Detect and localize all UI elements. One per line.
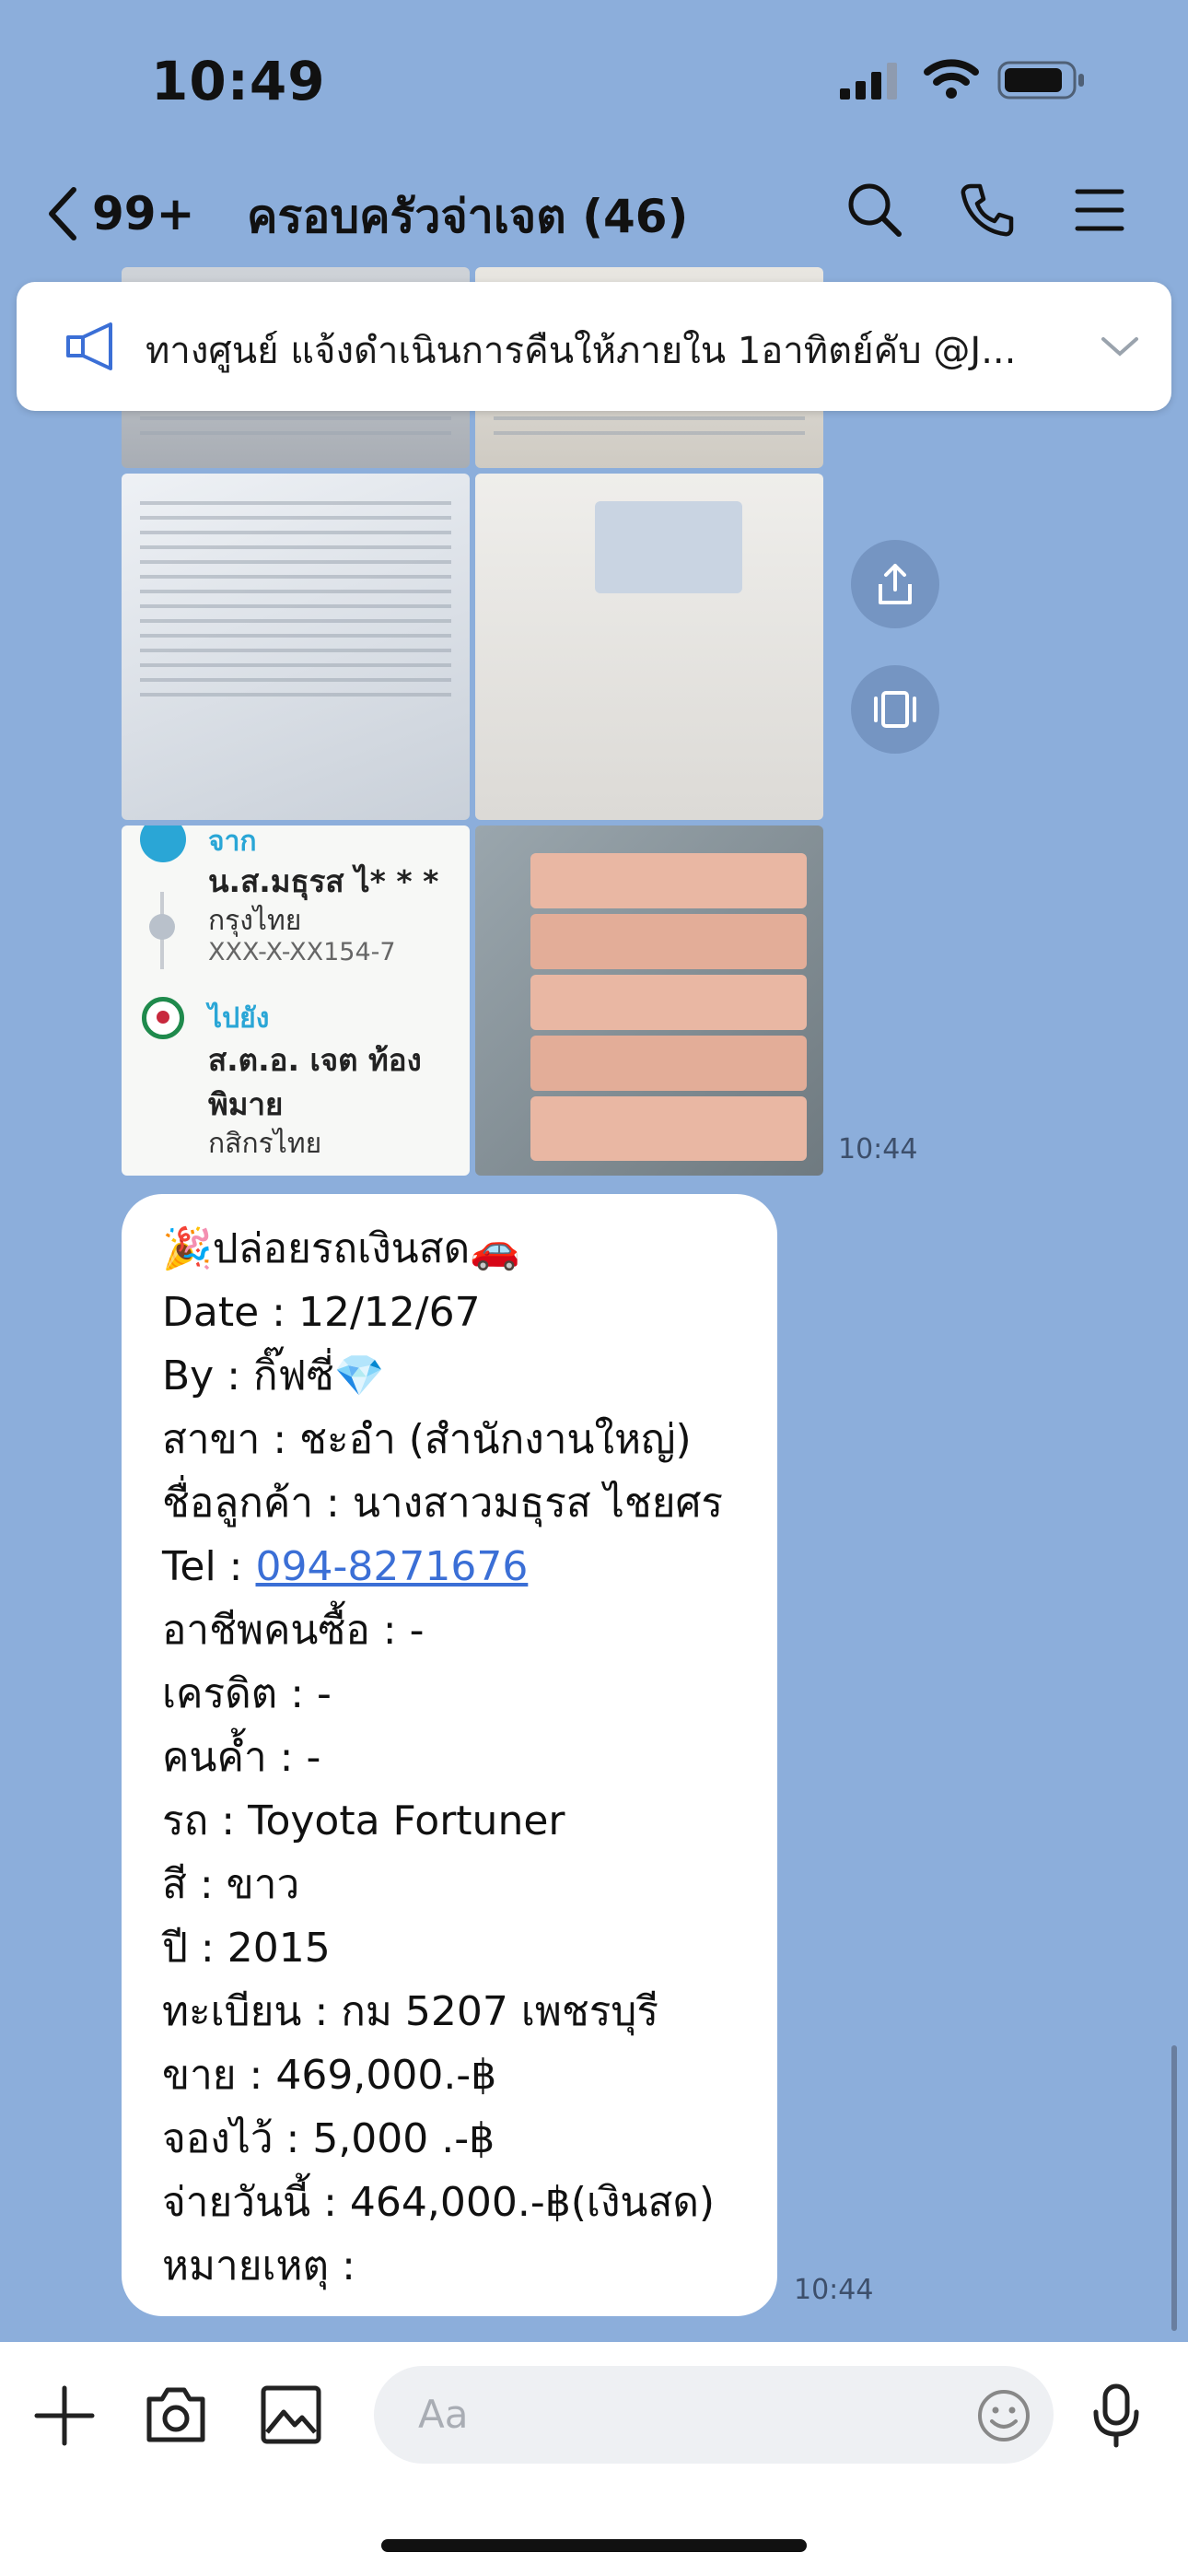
share-button[interactable] bbox=[851, 540, 939, 628]
message-line: อาชีพคนซื้อ : - bbox=[162, 1607, 425, 1654]
banknote-stack bbox=[530, 1096, 807, 1161]
message-line: จ่ายวันนี้ : 464,000.-฿(เงินสด) bbox=[162, 2179, 716, 2226]
id-card-image bbox=[595, 501, 742, 593]
message-line: By : กิ๊ฟซี่💎 bbox=[162, 1352, 385, 1399]
phone-link[interactable]: 094-8271676 bbox=[256, 1543, 529, 1590]
message-line: ปี : 2015 bbox=[162, 1925, 331, 1972]
search-icon bbox=[848, 183, 902, 237]
forward-button[interactable] bbox=[851, 665, 939, 754]
kbank-logo-icon bbox=[142, 997, 184, 1039]
signal-icon bbox=[840, 63, 897, 100]
banknote-stack bbox=[530, 853, 807, 908]
bank-logo-icon bbox=[140, 825, 186, 862]
camera-icon bbox=[146, 2387, 205, 2442]
menu-button[interactable] bbox=[1063, 173, 1136, 247]
wifi-icon bbox=[924, 59, 979, 99]
call-button[interactable] bbox=[950, 173, 1024, 247]
from-account: XXX-X-XX154-7 bbox=[208, 938, 396, 966]
photo-id-card[interactable] bbox=[475, 474, 823, 820]
phone-icon bbox=[961, 183, 1014, 237]
document-lines bbox=[122, 474, 470, 697]
back-button[interactable]: 99+ bbox=[46, 177, 212, 251]
announcement-text: ทางศูนย์ แจ้งดำเนินการคืนให้ภายใน 1อาทิต… bbox=[146, 330, 1017, 372]
home-indicator[interactable] bbox=[381, 2539, 807, 2552]
microphone-icon bbox=[1093, 2383, 1139, 2448]
status-time: 10:49 bbox=[151, 50, 326, 112]
battery-icon bbox=[997, 61, 1084, 100]
banknote-stack bbox=[530, 914, 807, 969]
chat-title[interactable]: ครอบครัวจ่าเจต (46) bbox=[247, 181, 688, 253]
chevron-left-icon bbox=[49, 187, 76, 240]
megaphone-icon bbox=[66, 322, 112, 370]
emoji-icon[interactable] bbox=[976, 2388, 1031, 2443]
message-line: เครดิต : - bbox=[162, 1670, 332, 1717]
status-bar: 10:49 bbox=[0, 0, 1188, 157]
to-label: ไปยัง bbox=[208, 1002, 270, 1035]
message-line: ขาย : 469,000.-฿ bbox=[162, 2052, 497, 2099]
to-name: ส.ต.อ. เจต ท้อง bbox=[208, 1042, 422, 1078]
voice-button[interactable] bbox=[1090, 2383, 1142, 2453]
message-input[interactable]: Aa bbox=[374, 2366, 1054, 2464]
image-icon bbox=[261, 2385, 321, 2444]
scrollbar[interactable] bbox=[1171, 2045, 1177, 2331]
photo-bill[interactable] bbox=[122, 474, 470, 820]
arrow-down-icon bbox=[149, 914, 175, 940]
message-line: จองไว้ : 5,000 .-฿ bbox=[162, 2115, 495, 2162]
forward-icon bbox=[874, 691, 916, 728]
chevron-down-icon[interactable] bbox=[1100, 334, 1140, 359]
share-icon bbox=[879, 564, 912, 604]
tel-label: Tel : bbox=[162, 1543, 256, 1590]
message-line: Date : 12/12/67 bbox=[162, 1289, 481, 1336]
gallery-button[interactable] bbox=[260, 2384, 322, 2449]
camera-button[interactable] bbox=[144, 2384, 208, 2449]
message-line: คนค้ำ : - bbox=[162, 1734, 321, 1781]
message-time: 10:44 bbox=[838, 1133, 918, 1165]
search-button[interactable] bbox=[838, 173, 912, 247]
message-time: 10:44 bbox=[794, 2274, 874, 2306]
banknote-stack bbox=[530, 975, 807, 1030]
banknote-stack bbox=[530, 1036, 807, 1091]
message-line: ชื่อลูกค้า : นางสาวมธุรส ไชยศร bbox=[162, 1480, 724, 1527]
message-line: รถ : Toyota Fortuner bbox=[162, 1797, 565, 1844]
photo-cash[interactable] bbox=[475, 825, 823, 1176]
photo-transfer-slip[interactable]: จาก น.ส.มธุรส ไ* * * กรุงไทย XXX-X-XX154… bbox=[122, 825, 470, 1176]
from-bank: กรุงไทย bbox=[208, 905, 302, 937]
message-line-tel: Tel : 094-8271676 bbox=[162, 1540, 528, 1595]
input-placeholder: Aa bbox=[418, 2392, 469, 2437]
message-line: หมายเหตุ : bbox=[162, 2242, 355, 2289]
announcement-banner[interactable]: ทางศูนย์ แจ้งดำเนินการคืนให้ภายใน 1อาทิต… bbox=[17, 282, 1171, 411]
add-button[interactable] bbox=[33, 2384, 96, 2451]
unread-count: 99+ bbox=[92, 187, 195, 240]
message-line: 🎉ปล่อยรถเงินสด🚗 bbox=[162, 1225, 520, 1272]
message-bubble[interactable]: 🎉ปล่อยรถเงินสด🚗 Date : 12/12/67 By : กิ๊… bbox=[122, 1194, 777, 2316]
menu-icon bbox=[1075, 189, 1124, 231]
plus-icon bbox=[34, 2385, 95, 2446]
to-bank: กสิกรไทย bbox=[208, 1128, 322, 1160]
message-line: สาขา : ชะอำ (สำนักงานใหญ่) bbox=[162, 1416, 692, 1463]
message-line: ทะเบียน : กม 5207 เพชรบุรี bbox=[162, 1988, 658, 2035]
message-line: สี : ขาว bbox=[162, 1861, 300, 1908]
